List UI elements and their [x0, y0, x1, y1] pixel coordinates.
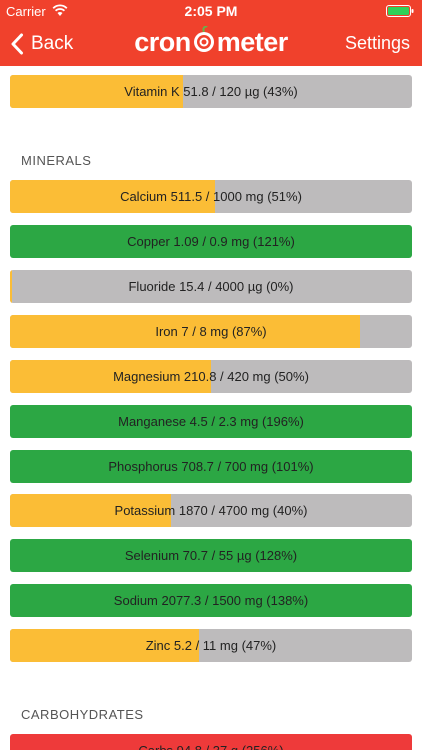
nutrient-bar-phosphorus[interactable]: Phosphorus 708.7 / 700 mg (101%)	[10, 450, 412, 483]
nutrient-label: Carbs 94.8 / 37 g (256%)	[10, 734, 412, 750]
nutrient-label: Manganese 4.5 / 2.3 mg (196%)	[118, 414, 304, 429]
section-title-carbohydrates: CARBOHYDRATES	[21, 707, 144, 722]
nutrient-bar-sodium[interactable]: Sodium 2077.3 / 1500 mg (138%)	[10, 584, 412, 617]
nutrient-label: Iron 7 / 8 mg (87%)	[155, 324, 267, 339]
nutrient-label: Vitamin K 51.8 / 120 µg (43%)	[124, 84, 298, 99]
status-time: 2:05 PM	[184, 3, 238, 19]
nutrient-label: Copper 1.09 / 0.9 mg (121%)	[127, 234, 295, 249]
nutrient-label: Magnesium 210.8 / 420 mg (50%)	[113, 369, 309, 384]
settings-button[interactable]: Settings	[345, 33, 410, 54]
section-title-minerals: MINERALS	[21, 153, 92, 168]
apple-target-icon	[193, 26, 214, 52]
nutrient-label: Calcium 511.5 / 1000 mg (51%)	[120, 189, 302, 204]
nutrient-bar-fluoride[interactable]: Fluoride 15.4 / 4000 µg (0%)	[10, 270, 412, 303]
nutrient-label: Fluoride 15.4 / 4000 µg (0%)	[128, 279, 294, 294]
nutrient-label: Potassium 1870 / 4700 mg (40%)	[114, 503, 308, 518]
nutrient-bar-magnesium[interactable]: Magnesium 210.8 / 420 mg (50%)	[10, 360, 412, 393]
nutrient-bar-vitamin-k[interactable]: Vitamin K 51.8 / 120 µg (43%)	[10, 75, 412, 108]
battery-icon	[386, 5, 414, 17]
nutrient-label: Sodium 2077.3 / 1500 mg (138%)	[113, 593, 309, 608]
nutrient-bar-manganese[interactable]: Manganese 4.5 / 2.3 mg (196%)	[10, 405, 412, 438]
nutrient-label: Selenium 70.7 / 55 µg (128%)	[124, 548, 298, 563]
nutrient-label: Phosphorus 708.7 / 700 mg (101%)	[108, 459, 314, 474]
nutrient-bar-iron[interactable]: Iron 7 / 8 mg (87%)	[10, 315, 412, 348]
nutrient-bar-zinc[interactable]: Zinc 5.2 / 11 mg (47%)	[10, 629, 412, 662]
status-bar: Carrier 2:05 PM	[0, 0, 422, 22]
header-bar: Carrier 2:05 PM Back cron meter Settings	[0, 0, 422, 66]
logo-text-right: meter	[216, 27, 289, 57]
nutrient-bar-selenium[interactable]: Selenium 70.7 / 55 µg (128%)	[10, 539, 412, 572]
nutrient-bar-calcium[interactable]: Calcium 511.5 / 1000 mg (51%)	[10, 180, 412, 213]
navigation-bar: Back cron meter Settings	[0, 22, 422, 66]
logo-text-left: cron	[134, 27, 191, 57]
nutrient-bar-carbs[interactable]: Carbs 94.8 / 37 g (256%)	[10, 734, 412, 750]
nutrient-targets-list[interactable]: Vitamin K 51.8 / 120 µg (43%) MINERALS C…	[0, 66, 422, 750]
nutrient-bar-copper[interactable]: Copper 1.09 / 0.9 mg (121%)	[10, 225, 412, 258]
nutrient-bar-potassium[interactable]: Potassium 1870 / 4700 mg (40%)	[10, 494, 412, 527]
nutrient-label: Zinc 5.2 / 11 mg (47%)	[145, 638, 277, 653]
